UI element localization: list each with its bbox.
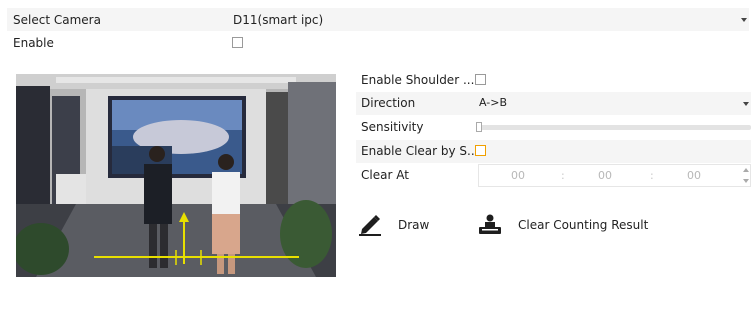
time-separator: : [650, 169, 654, 182]
direction-row[interactable]: Direction A->B [356, 92, 751, 115]
direction-label: Direction [361, 96, 416, 110]
direction-value: A->B [479, 96, 508, 109]
clear-schedule-label: Enable Clear by S... [361, 144, 479, 158]
second-field[interactable]: 00 [687, 169, 701, 182]
clear-counting-result-label: Clear Counting Result [518, 218, 649, 232]
shoulder-row: Enable Shoulder ... [356, 69, 751, 92]
select-camera-value[interactable]: D11(smart ipc) [233, 13, 323, 27]
hour-field[interactable]: 00 [511, 169, 525, 182]
enable-row: Enable [7, 31, 749, 54]
clear-at-time[interactable]: 00 : 00 : 00 [473, 164, 751, 187]
direction-select[interactable]: A->B [473, 92, 751, 115]
select-camera-label: Select Camera [13, 12, 101, 27]
enable-label: Enable [13, 35, 54, 50]
clear-counting-result-button[interactable]: Clear Counting Result [478, 214, 648, 236]
enable-checkbox[interactable] [232, 37, 243, 48]
clear-at-row: Clear At 00 : 00 : 00 [356, 164, 751, 187]
spin-down-icon[interactable] [743, 179, 749, 183]
draw-label: Draw [398, 218, 430, 232]
shoulder-checkbox[interactable] [475, 74, 486, 85]
chevron-down-icon[interactable] [741, 17, 747, 22]
time-input[interactable]: 00 : 00 : 00 [478, 164, 751, 187]
clear-at-label: Clear At [361, 168, 409, 182]
camera-preview[interactable] [16, 74, 336, 277]
slider-track[interactable] [478, 125, 751, 130]
camera-preview-image [16, 74, 336, 277]
clear-schedule-checkbox[interactable] [475, 145, 486, 156]
sensitivity-slider[interactable] [473, 116, 751, 139]
spin-up-icon[interactable] [743, 168, 749, 172]
pencil-icon [359, 215, 381, 236]
chevron-down-icon[interactable] [743, 101, 749, 106]
select-camera-row[interactable]: Select Camera D11(smart ipc) [7, 8, 749, 31]
minute-field[interactable]: 00 [598, 169, 612, 182]
shoulder-label: Enable Shoulder ... [361, 73, 475, 87]
draw-button[interactable]: Draw [358, 214, 429, 236]
slider-handle[interactable] [476, 122, 482, 132]
sensitivity-label: Sensitivity [361, 120, 424, 134]
sensitivity-row: Sensitivity [356, 116, 751, 139]
time-separator: : [561, 169, 565, 182]
clear-schedule-row: Enable Clear by S... [356, 140, 751, 163]
people-counter-icon [479, 214, 501, 234]
